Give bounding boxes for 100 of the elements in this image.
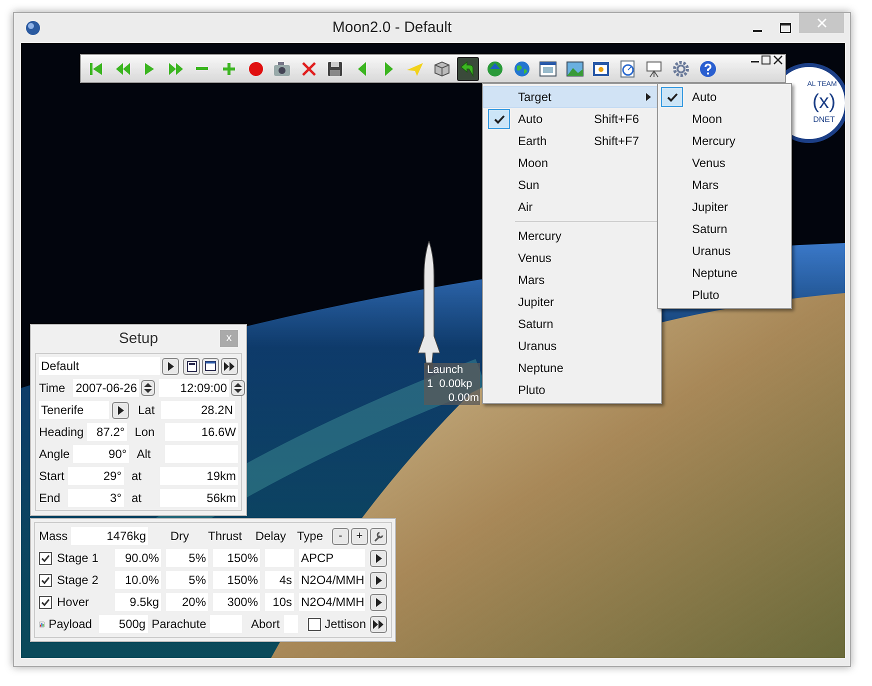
fuel-type-field[interactable]: APCP bbox=[299, 549, 365, 567]
value-field[interactable]: 12:09:00 bbox=[159, 379, 229, 397]
menu-item[interactable]: Uranus bbox=[658, 240, 791, 262]
column-header: Type bbox=[296, 528, 323, 545]
value-field[interactable]: 19km bbox=[160, 467, 238, 485]
fuel-type-field[interactable]: N2O4/MMH bbox=[299, 593, 365, 611]
value-field[interactable]: 300% bbox=[213, 593, 260, 611]
value-field[interactable]: 150% bbox=[213, 549, 260, 567]
play-button[interactable] bbox=[370, 550, 387, 566]
menu-item[interactable]: Air bbox=[483, 196, 661, 218]
menu-item[interactable]: Saturn bbox=[658, 218, 791, 240]
play-button[interactable] bbox=[370, 594, 387, 610]
checkbox[interactable] bbox=[39, 574, 52, 586]
menu-item[interactable]: Venus bbox=[483, 247, 661, 269]
menu-item[interactable]: Pluto bbox=[483, 379, 661, 401]
fast-forward-button[interactable] bbox=[221, 358, 238, 374]
value-field[interactable]: 5% bbox=[166, 549, 208, 567]
add-button[interactable]: + bbox=[351, 528, 368, 544]
menu-item[interactable]: Moon bbox=[658, 108, 791, 130]
field-label: Lat bbox=[138, 402, 156, 419]
menu-item[interactable]: Jupiter bbox=[483, 291, 661, 313]
column-header: Thrust bbox=[206, 528, 242, 545]
checkbox[interactable] bbox=[39, 552, 52, 564]
site-field[interactable]: Tenerife bbox=[39, 401, 109, 419]
panel-icon bbox=[592, 60, 610, 78]
save-icon bbox=[326, 60, 344, 78]
menu-item[interactable]: Mercury bbox=[483, 225, 661, 247]
value-field[interactable]: 2007-06-26 bbox=[73, 379, 139, 397]
play-button[interactable] bbox=[162, 358, 179, 374]
value-field[interactable]: 4s bbox=[265, 571, 294, 589]
menu-item[interactable]: Mercury bbox=[658, 130, 791, 152]
menu-item[interactable]: Mars bbox=[658, 174, 791, 196]
value-field[interactable]: 90° bbox=[72, 445, 129, 463]
value-field[interactable]: 28.2N bbox=[161, 401, 235, 419]
menu-item[interactable]: Auto Shift+F6 bbox=[483, 108, 661, 130]
window-title: Moon2.0 - Default bbox=[331, 18, 453, 38]
value-field[interactable]: 500g bbox=[98, 615, 148, 633]
value-field[interactable]: 90.0% bbox=[115, 549, 161, 567]
image-icon bbox=[566, 60, 584, 78]
field-label: at bbox=[132, 490, 143, 507]
spinner-icon[interactable] bbox=[141, 380, 155, 396]
value-field[interactable]: 10.0% bbox=[115, 571, 161, 589]
preset-field[interactable]: Default bbox=[39, 357, 160, 375]
fast-forward-icon bbox=[373, 620, 384, 628]
value-field[interactable]: 5% bbox=[166, 571, 208, 589]
checkbox[interactable] bbox=[308, 618, 321, 630]
value-field[interactable]: 1476kg bbox=[71, 527, 148, 545]
field-label: Jettison bbox=[324, 616, 366, 633]
menu-item[interactable]: Venus bbox=[658, 152, 791, 174]
checkbox[interactable] bbox=[39, 596, 52, 608]
fast-forward-button[interactable] bbox=[370, 616, 387, 632]
play-button[interactable] bbox=[112, 402, 129, 418]
menu-item[interactable]: Jupiter bbox=[658, 196, 791, 218]
launch-readout: Launch bbox=[426, 363, 464, 377]
gauge-icon bbox=[618, 60, 637, 78]
window-button[interactable] bbox=[202, 358, 219, 374]
column-header: Delay bbox=[254, 528, 286, 545]
menu-item[interactable]: Neptune bbox=[483, 357, 661, 379]
play-icon bbox=[166, 362, 174, 370]
wrench-button[interactable] bbox=[370, 528, 387, 544]
value-field[interactable]: 16.6W bbox=[165, 423, 238, 441]
value-field[interactable]: 29° bbox=[68, 467, 124, 485]
check-icon bbox=[41, 576, 50, 584]
menu-item[interactable]: Saturn bbox=[483, 313, 661, 335]
stage-name: Stage 1 bbox=[57, 550, 100, 567]
play-icon bbox=[374, 554, 382, 562]
value-field[interactable]: 9.5kg bbox=[115, 593, 161, 611]
minimize-icon bbox=[752, 30, 762, 32]
maximize-icon[interactable] bbox=[761, 55, 771, 65]
menu-item[interactable]: Auto bbox=[658, 86, 791, 108]
menu-item[interactable]: Neptune bbox=[658, 262, 791, 284]
play-icon bbox=[374, 576, 382, 584]
menu-item[interactable]: Mars bbox=[483, 269, 661, 291]
value-field[interactable]: 3° bbox=[68, 489, 124, 507]
logo-text: DNET bbox=[812, 114, 835, 125]
close-icon bbox=[816, 18, 826, 28]
calculator-icon bbox=[186, 360, 196, 372]
check-icon bbox=[41, 554, 50, 562]
value-field[interactable]: 56km bbox=[160, 489, 238, 507]
calculator-button[interactable] bbox=[183, 358, 200, 374]
menu-item[interactable]: Pluto bbox=[658, 284, 791, 306]
field-label: Lon bbox=[134, 424, 156, 441]
value-field[interactable]: 10s bbox=[265, 593, 294, 611]
spinner-icon[interactable] bbox=[231, 380, 245, 396]
field-label: at bbox=[132, 468, 143, 485]
menu-item[interactable]: Sun bbox=[483, 174, 661, 196]
minimize-icon[interactable] bbox=[751, 61, 759, 63]
menu-item[interactable]: Earth Shift+F7 bbox=[483, 130, 661, 152]
toolbar-button[interactable] bbox=[457, 56, 480, 80]
value-field[interactable]: 87.2° bbox=[86, 423, 127, 441]
field-label: End bbox=[39, 490, 62, 507]
value-field[interactable]: 20% bbox=[166, 593, 208, 611]
globe-icon bbox=[486, 60, 504, 78]
value-field[interactable]: 150% bbox=[213, 571, 260, 589]
play-button[interactable] bbox=[370, 572, 387, 588]
close-icon[interactable] bbox=[773, 55, 783, 65]
menu-item[interactable]: Uranus bbox=[483, 335, 661, 357]
fuel-type-field[interactable]: N2O4/MMH bbox=[299, 571, 365, 589]
remove-button[interactable]: - bbox=[332, 528, 349, 544]
menu-item[interactable]: Moon bbox=[483, 152, 661, 174]
